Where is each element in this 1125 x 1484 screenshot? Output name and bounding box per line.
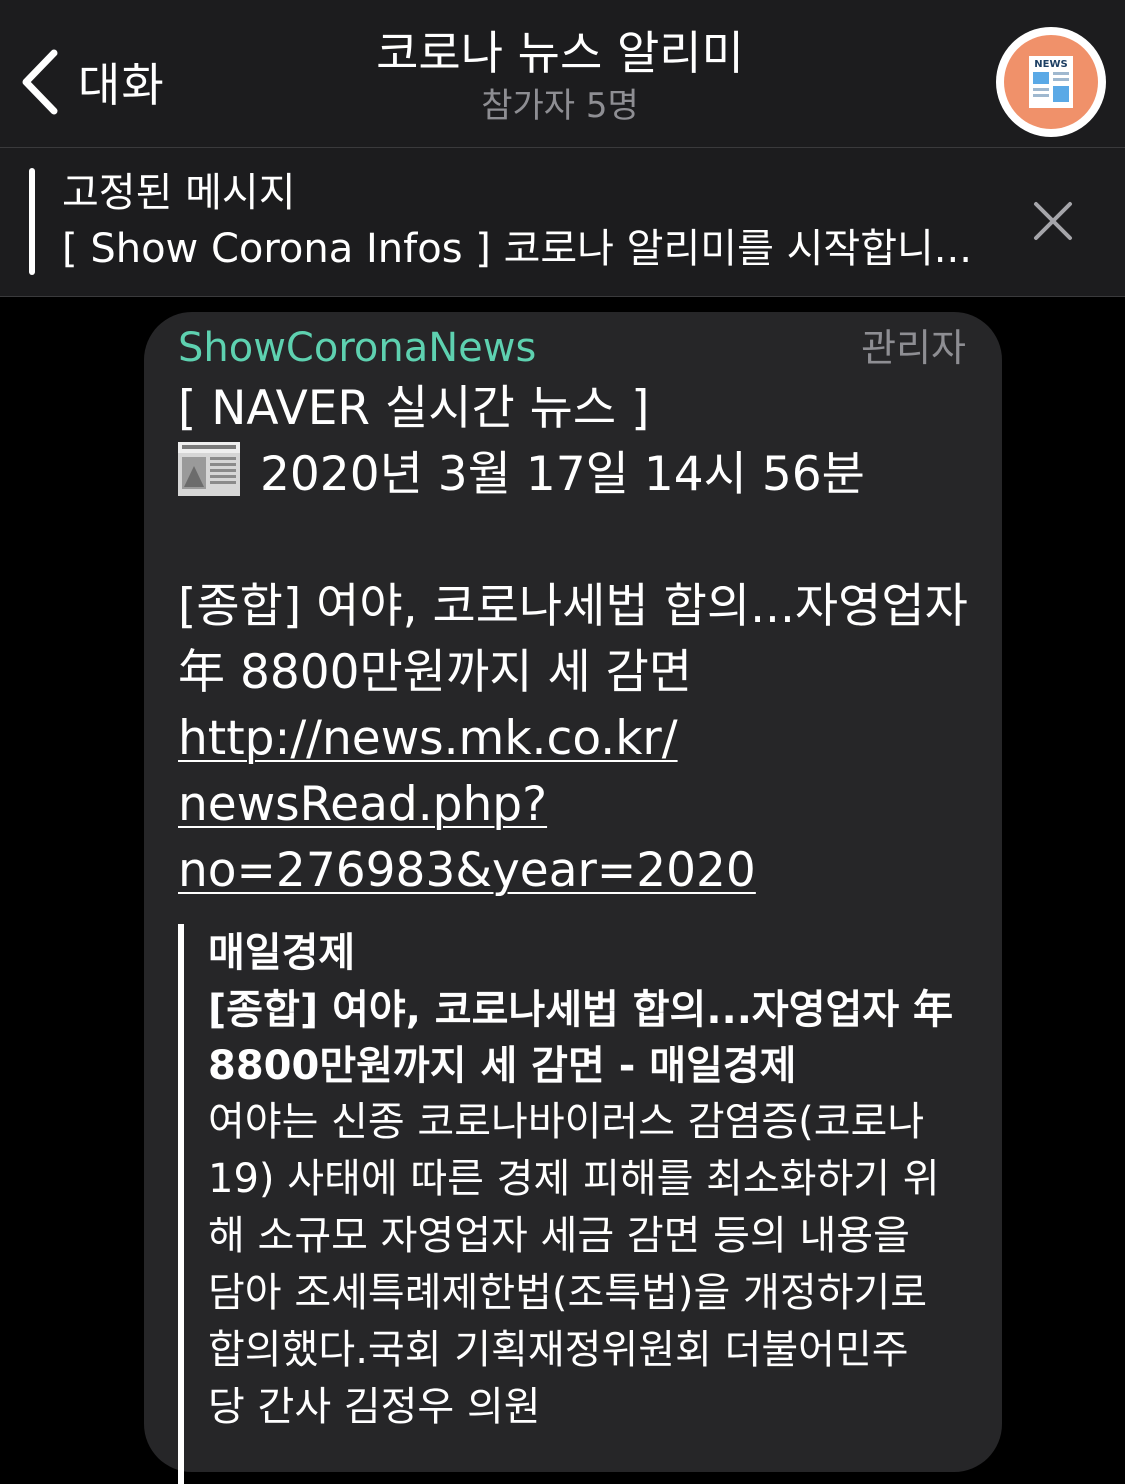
preview-description: 여야는 신종 코로나바이러스 감염증(코로나 19) 사태에 따른 경제 피해를… [208,1094,978,1436]
preview-body: 매일경제 [종합] 여야, 코로나세법 합의...자영업자 年 8800만원까지… [208,924,978,1436]
chat-title: 코로나 뉴스 알리미 [376,26,744,80]
close-icon[interactable] [1030,198,1076,244]
preview-site-name: 매일경제 [208,930,356,976]
pinned-message-bar[interactable]: 고정된 메시지 [ Show Corona Infos ] 코로나 알리미를 시… [0,148,1125,297]
preview-title-line: 8800만원까지 세 감면 - 매일경제 [208,1043,797,1089]
message-text: [ NAVER 실시간 뉴스 ] 2020년 3월 17일 14시 56분 [종… [178,376,978,904]
news-link[interactable]: http://news.mk.co.kr/ [178,706,978,772]
message-datetime: 2020년 3월 17일 14시 56분 [260,447,865,502]
news-link[interactable]: no=276983&year=2020 [178,838,978,904]
preview-desc-line: 담아 조세특례제한법(조특법)을 개정하기로 [208,1270,928,1316]
preview-desc-line: 여야는 신종 코로나바이러스 감염증(코로나 [208,1099,925,1145]
preview-desc-line: 해 소규모 자영업자 세금 감면 등의 내용을 [208,1213,910,1259]
message-bubble[interactable]: ShowCoronaNews 관리자 [ NAVER 실시간 뉴스 ] 2020… [144,312,1002,1484]
preview-desc-line: 19) 사태에 따른 경제 피해를 최소화하기 위 [208,1156,940,1202]
message-line: [ NAVER 실시간 뉴스 ] [178,381,650,436]
news-icon: NEWS [1004,35,1098,129]
chat-header: 대화 코로나 뉴스 알리미 참가자 5명 NEWS [0,0,1125,148]
admin-badge: 관리자 [861,326,966,370]
chevron-left-icon [22,49,58,115]
chat-title-area[interactable]: 코로나 뉴스 알리미 참가자 5명 [250,22,870,128]
sender-name[interactable]: ShowCoronaNews [178,322,536,374]
participant-count: 참가자 5명 [481,86,639,126]
preview-accent-bar [178,924,184,1484]
message-datetime-line: 2020년 3월 17일 14시 56분 [178,442,978,508]
back-button[interactable]: 대화 [18,42,165,122]
chat-avatar[interactable]: NEWS [996,27,1106,137]
preview-title: [종합] 여야, 코로나세법 합의...자영업자 年 8800만원까지 세 감면… [208,982,978,1094]
message-headline: [종합] 여야, 코로나세법 합의...자영업자 [178,579,968,634]
news-link[interactable]: newsRead.php? [178,772,978,838]
preview-desc-line: 당 간사 김정우 의원 [208,1384,541,1430]
preview-title-line: [종합] 여야, 코로나세법 합의...자영업자 年 [208,987,954,1033]
message-headline: 年 8800만원까지 세 감면 [178,645,693,700]
preview-desc-line: 합의했다.국회 기획재정위원회 더불어민주 [208,1327,909,1373]
link-preview[interactable]: 매일경제 [종합] 여야, 코로나세법 합의...자영업자 年 8800만원까지… [178,924,978,1484]
back-label: 대화 [78,58,165,112]
pinned-text: [ Show Corona Infos ] 코로나 알리미를 시작합니... [62,226,972,272]
pinned-title: 고정된 메시지 [62,170,296,216]
pinned-accent-bar [29,168,35,275]
newspaper-icon [178,442,240,496]
avatar-news-text: NEWS [1034,59,1067,70]
